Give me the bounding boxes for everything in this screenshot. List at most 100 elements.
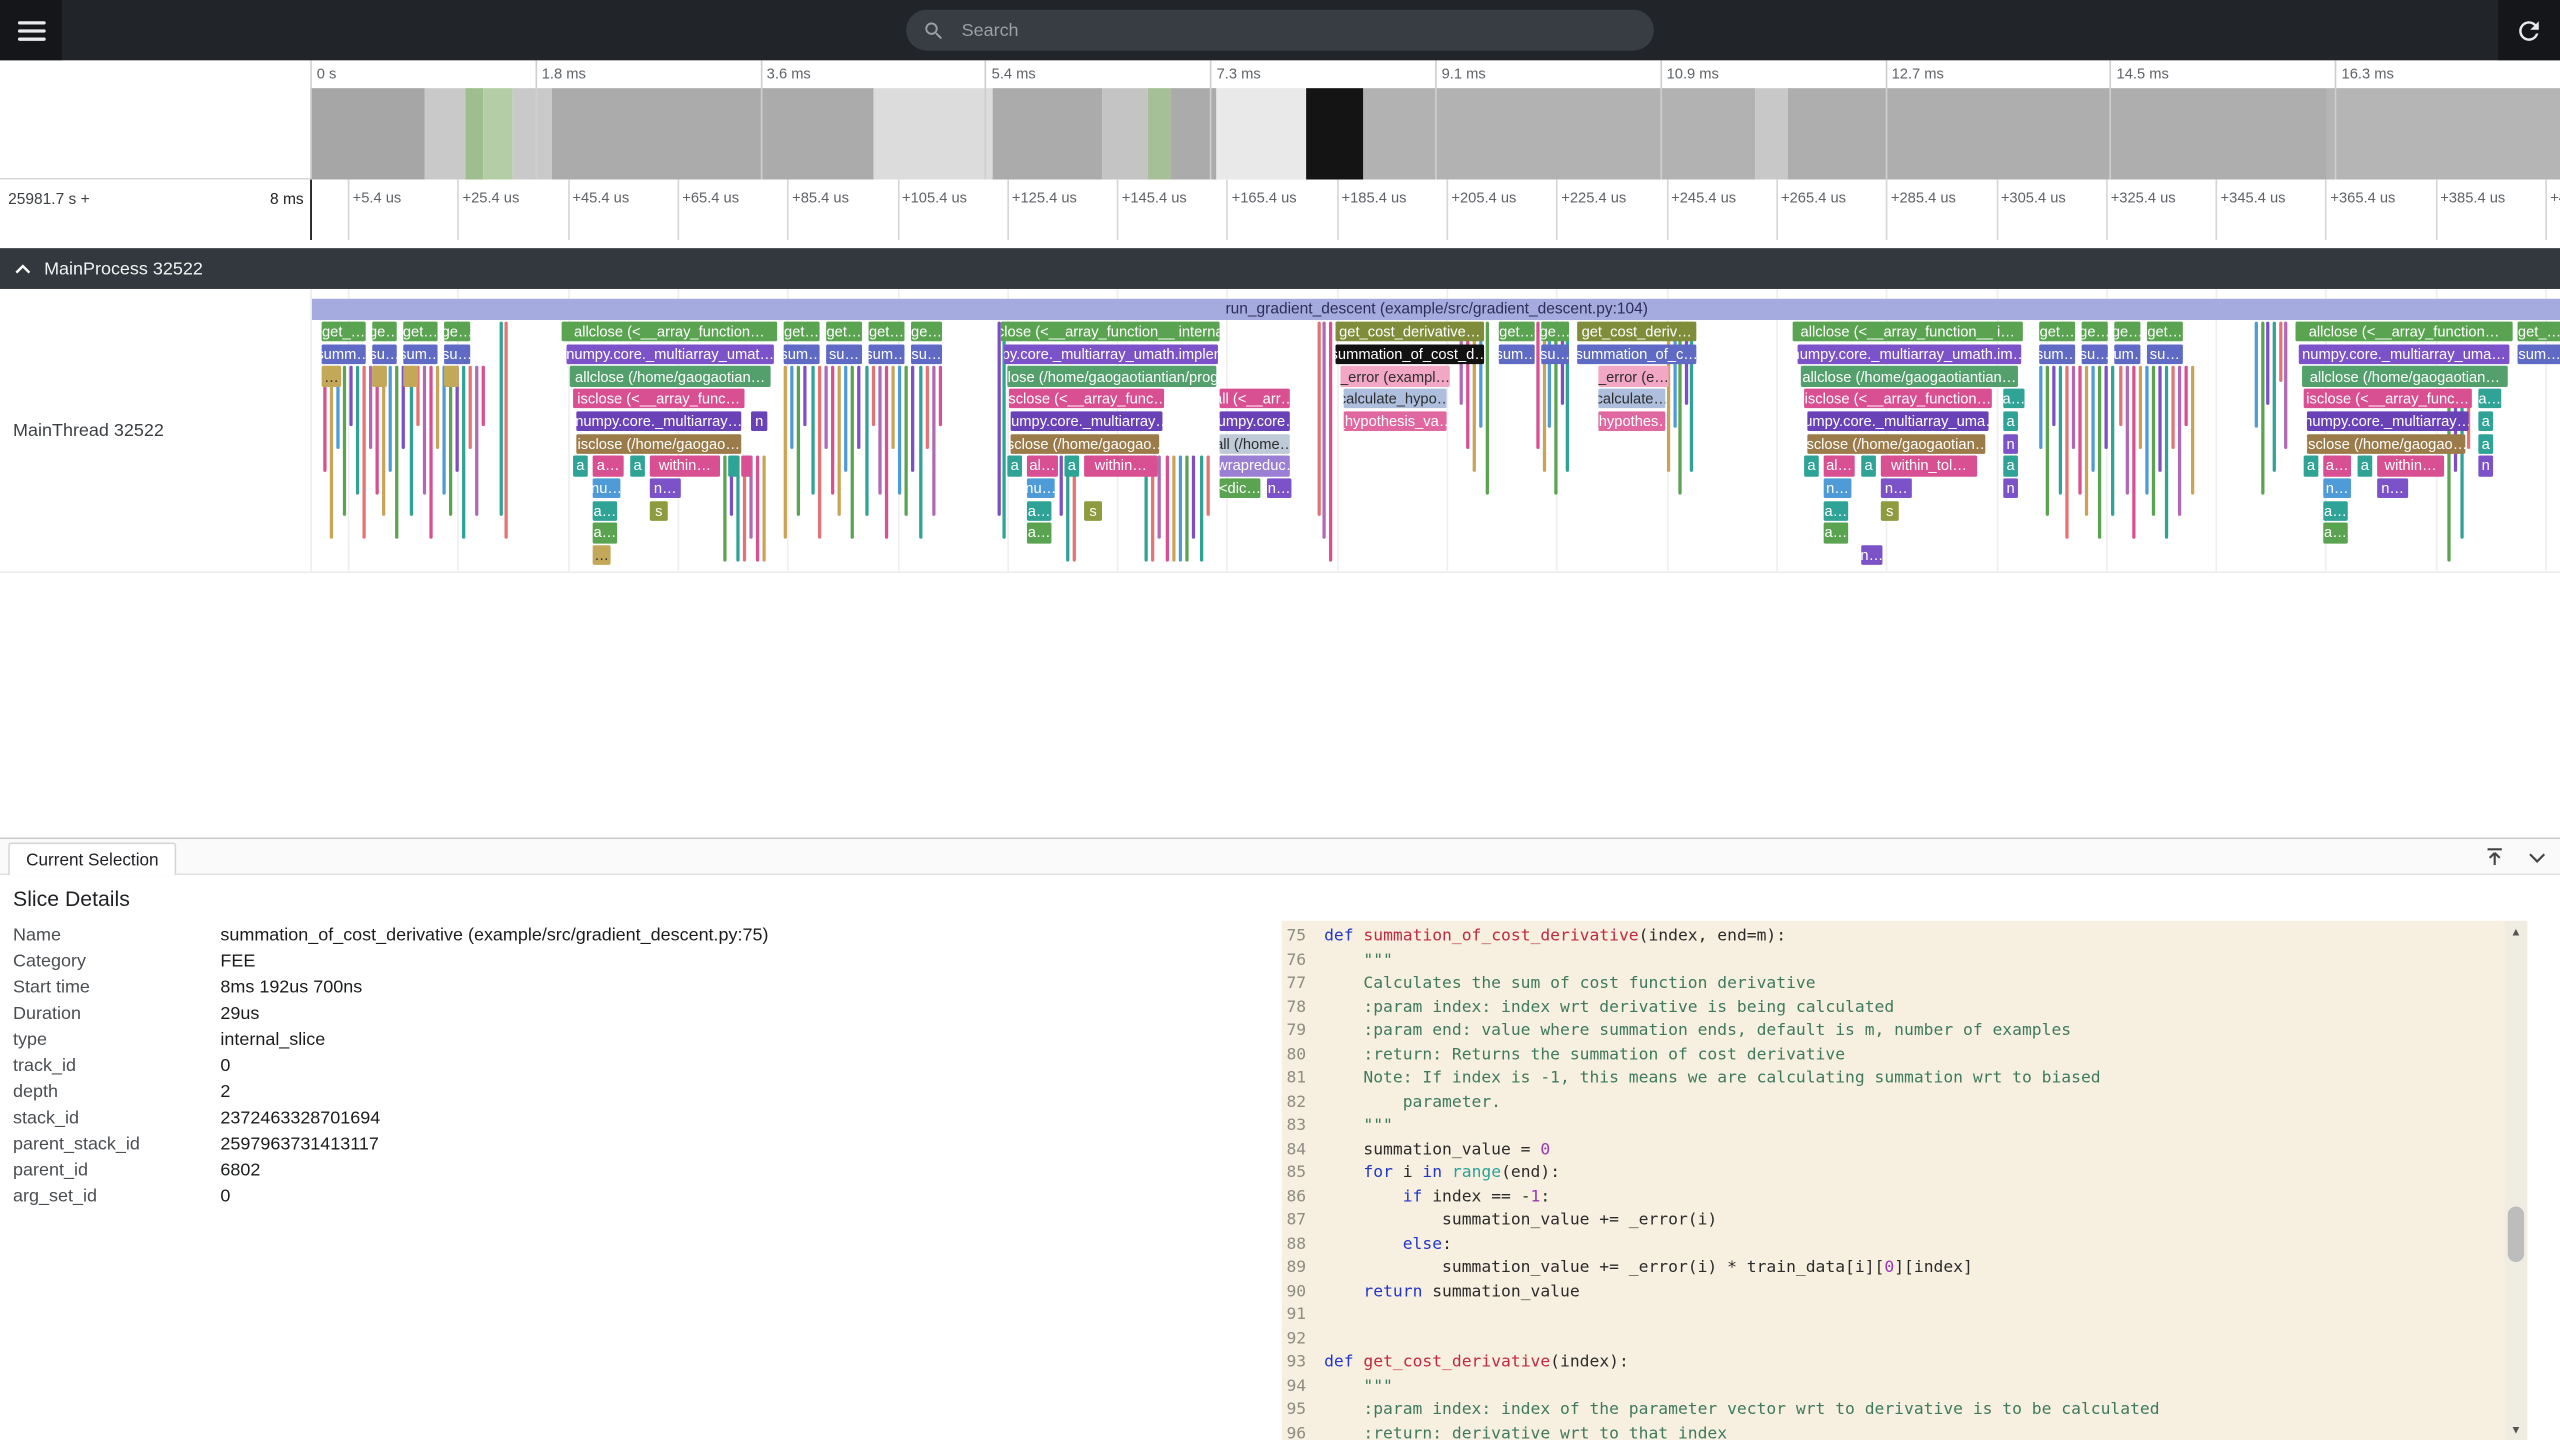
flame-slice[interactable]: get_… bbox=[321, 321, 366, 342]
flame-stack-line[interactable] bbox=[2039, 366, 2043, 450]
flame-slice[interactable]: get… bbox=[868, 321, 905, 342]
flame-slice[interactable]: nu… bbox=[1026, 478, 1055, 499]
flame-slice[interactable]: _error (exampl… bbox=[1340, 366, 1450, 387]
flame-slice[interactable]: a bbox=[1861, 455, 1876, 477]
flame-slice[interactable]: a… bbox=[1823, 500, 1849, 521]
flame-stack-line[interactable] bbox=[1536, 321, 1540, 450]
flame-slice[interactable]: summation_of_c… bbox=[1577, 343, 1697, 365]
flame-slice[interactable]: a… bbox=[592, 500, 618, 521]
flame-slice[interactable] bbox=[444, 366, 459, 387]
flame-stack-line[interactable] bbox=[2284, 321, 2288, 450]
flame-stack-line[interactable] bbox=[1328, 321, 1332, 562]
flame-stack-line[interactable] bbox=[864, 366, 868, 517]
flame-slice[interactable]: sum… bbox=[1498, 343, 1535, 365]
flame-slice[interactable]: sum… bbox=[783, 343, 820, 365]
flame-stack-line[interactable] bbox=[824, 366, 828, 450]
flame-slice[interactable]: n… bbox=[2323, 478, 2352, 499]
timeline-overview[interactable]: 0 s 1.8 ms 3.6 ms 5.4 ms 7.3 ms 9.1 ms 10.9 ms… bbox=[0, 60, 2560, 180]
flame-stack-line[interactable] bbox=[409, 366, 413, 517]
flame-slice[interactable]: su… bbox=[2146, 343, 2183, 365]
flame-stack-line[interactable] bbox=[1178, 455, 1183, 562]
flame-slice[interactable]: _wrapreduc… bbox=[1219, 455, 1290, 477]
flame-slice[interactable]: numpy.core._multiarray… bbox=[1010, 411, 1163, 432]
flame-slice[interactable]: sum… bbox=[2517, 343, 2560, 365]
process-group-header[interactable]: MainProcess 32522 bbox=[0, 248, 2560, 289]
flame-slice[interactable]: a… bbox=[2323, 522, 2348, 544]
flame-slice[interactable]: get… bbox=[783, 321, 820, 342]
flame-stack-line[interactable] bbox=[2098, 366, 2102, 539]
flame-slice[interactable]: a… bbox=[2003, 388, 2025, 409]
flame-stack-line[interactable] bbox=[837, 366, 841, 517]
flame-slice[interactable]: a bbox=[2003, 455, 2018, 477]
flame-stack-line[interactable] bbox=[891, 366, 895, 450]
collapse-panel-button[interactable] bbox=[2524, 844, 2550, 870]
flame-slice[interactable]: _error (e… bbox=[1598, 366, 1669, 387]
flame-stack-line[interactable] bbox=[389, 366, 393, 472]
flame-stack-line[interactable] bbox=[1158, 455, 1162, 539]
flame-slice[interactable]: sum… bbox=[2114, 343, 2141, 365]
flame-stack-line[interactable] bbox=[349, 366, 353, 427]
flame-slice[interactable]: al… bbox=[1026, 455, 1058, 477]
flame-stack-line[interactable] bbox=[898, 366, 902, 495]
flame-slice[interactable]: isclose (/home/gaogaotian… bbox=[1807, 433, 1986, 454]
flame-slice[interactable]: a… bbox=[2478, 388, 2502, 409]
flame-slice[interactable]: _hypothes… bbox=[1598, 411, 1666, 432]
scrollbar-thumb[interactable] bbox=[2507, 1206, 2525, 1263]
flame-stack-line[interactable] bbox=[2151, 366, 2155, 517]
flame-stack-line[interactable] bbox=[428, 366, 433, 539]
flame-slice[interactable]: get… bbox=[403, 321, 438, 342]
search-input[interactable] bbox=[958, 18, 1638, 42]
flame-stack-line[interactable] bbox=[1171, 455, 1176, 562]
flame-slice[interactable]: n… bbox=[2377, 478, 2409, 499]
flame-stack-line[interactable] bbox=[851, 366, 855, 539]
flame-slice[interactable]: numpy.core._multiarray… bbox=[2306, 411, 2469, 432]
flame-slice[interactable]: allclose (/home/gaogaotian… bbox=[569, 366, 771, 387]
flame-slice[interactable]: n bbox=[2003, 433, 2018, 454]
flame-slice[interactable]: n… bbox=[1266, 478, 1292, 499]
flame-slice[interactable]: al… bbox=[1823, 455, 1855, 477]
flame-slice[interactable]: get… bbox=[1498, 321, 1535, 342]
flame-stack-line[interactable] bbox=[2078, 366, 2083, 495]
flame-stack-line[interactable] bbox=[723, 455, 727, 562]
flame-stack-line[interactable] bbox=[1165, 455, 1169, 562]
flame-stack-line[interactable] bbox=[2118, 366, 2122, 427]
flame-slice[interactable]: a bbox=[1007, 455, 1023, 477]
flame-stack-line[interactable] bbox=[1192, 455, 1196, 539]
flame-slice[interactable]: numpy.core._multiarray_uma… bbox=[2298, 343, 2510, 365]
flame-slice[interactable]: sum… bbox=[403, 343, 438, 365]
flame-slice[interactable]: numpy.core._multiarray… bbox=[576, 411, 742, 432]
scroll-up-arrow[interactable]: ▲ bbox=[2504, 921, 2527, 944]
flame-slice[interactable]: n… bbox=[649, 478, 681, 499]
flame-stack-line[interactable] bbox=[817, 366, 821, 539]
tab-current-selection[interactable]: Current Selection bbox=[8, 842, 177, 876]
flame-slice[interactable]: n… bbox=[1823, 478, 1852, 499]
flame-slice[interactable]: allclose (<__array_function… bbox=[2295, 321, 2513, 342]
flame-stack-line[interactable] bbox=[997, 321, 1001, 517]
flame-stack-line[interactable] bbox=[474, 366, 479, 517]
flame-stack-line[interactable] bbox=[2157, 366, 2162, 472]
flame-stack-line[interactable] bbox=[2254, 321, 2258, 427]
flame-stack-line[interactable] bbox=[461, 366, 466, 539]
flame-stack-line[interactable] bbox=[356, 366, 360, 495]
flame-stack-line[interactable] bbox=[395, 366, 400, 539]
flame-slice[interactable]: isclose (/home/gaogao… bbox=[2306, 433, 2466, 454]
flame-slice[interactable]: ge… bbox=[2114, 321, 2141, 342]
flame-slice[interactable] bbox=[728, 455, 738, 477]
flame-stack-line[interactable] bbox=[435, 366, 439, 450]
flame-stack-line[interactable] bbox=[2144, 366, 2149, 495]
flame-stack-line[interactable] bbox=[884, 366, 888, 539]
search-box[interactable] bbox=[906, 9, 1654, 51]
flame-stack-line[interactable] bbox=[938, 366, 942, 427]
flame-stack-line[interactable] bbox=[382, 366, 386, 517]
flame-stack-line[interactable] bbox=[504, 321, 508, 539]
flame-stack-line[interactable] bbox=[830, 366, 835, 495]
flame-stack-line[interactable] bbox=[2131, 366, 2135, 539]
flame-slice[interactable]: ge… bbox=[372, 321, 397, 342]
flame-slice[interactable]: a bbox=[2478, 433, 2494, 454]
flame-slice[interactable]: n… bbox=[1880, 478, 1912, 499]
flame-slice[interactable] bbox=[741, 455, 752, 477]
flame-stack-line[interactable] bbox=[2164, 366, 2168, 539]
flame-stack-line[interactable] bbox=[783, 366, 787, 539]
flame-slice[interactable]: s bbox=[1880, 500, 1899, 521]
flame-chart[interactable]: run_gradient_descent (example/src/gradie… bbox=[310, 288, 2560, 574]
